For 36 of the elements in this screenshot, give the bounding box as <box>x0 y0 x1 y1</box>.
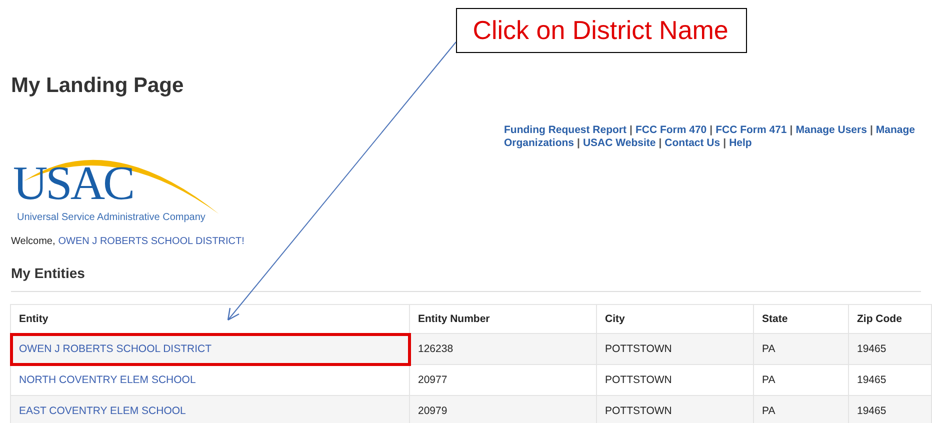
entity-name-link[interactable]: OWEN J ROBERTS SCHOOL DISTRICT! <box>58 236 244 247</box>
entity-link[interactable]: NORTH COVENTRY ELEM SCHOOL <box>19 374 196 386</box>
nav-link[interactable]: Manage Users <box>796 124 867 136</box>
nav-link[interactable]: FCC Form 470 <box>635 124 707 136</box>
table-cell: 20979 <box>410 396 596 423</box>
column-header: City <box>596 304 754 334</box>
link-separator: | <box>870 124 873 136</box>
link-separator: | <box>723 137 726 149</box>
table-cell: 19465 <box>848 396 932 423</box>
nav-link[interactable]: Contact Us <box>664 137 720 149</box>
nav-link[interactable]: Organizations <box>504 137 574 149</box>
logo-wordmark: USAC <box>13 156 134 211</box>
column-header: Entity Number <box>410 304 596 334</box>
table-cell: 126238 <box>410 334 596 364</box>
nav-link[interactable]: Help <box>729 137 752 149</box>
link-separator: | <box>658 137 662 149</box>
nav-link[interactable]: Funding Request Report <box>504 124 626 136</box>
callout-box: Click on District Name <box>456 8 748 53</box>
page-title: My Landing Page <box>11 74 184 98</box>
table-cell: 19465 <box>848 334 932 364</box>
nav-link[interactable]: Manage <box>876 124 915 136</box>
table-cell: POTTSTOWN <box>596 396 754 423</box>
section-title: My Entities <box>11 265 921 292</box>
entity-link[interactable]: OWEN J ROBERTS SCHOOL DISTRICT <box>19 343 212 355</box>
logo-tagline: Universal Service Administrative Company <box>17 212 206 223</box>
link-separator: | <box>577 137 580 149</box>
link-separator: | <box>710 124 713 136</box>
table-cell: PA <box>754 396 848 423</box>
link-separator: | <box>630 124 632 136</box>
welcome-label: Welcome, <box>11 236 56 247</box>
table-cell: POTTSTOWN <box>596 334 754 364</box>
link-separator: | <box>790 124 793 136</box>
nav-link[interactable]: FCC Form 471 <box>716 124 787 136</box>
nav-link[interactable]: USAC Website <box>582 137 656 149</box>
table-cell: PA <box>754 334 848 364</box>
entity-link[interactable]: EAST COVENTRY ELEM SCHOOL <box>19 405 186 417</box>
